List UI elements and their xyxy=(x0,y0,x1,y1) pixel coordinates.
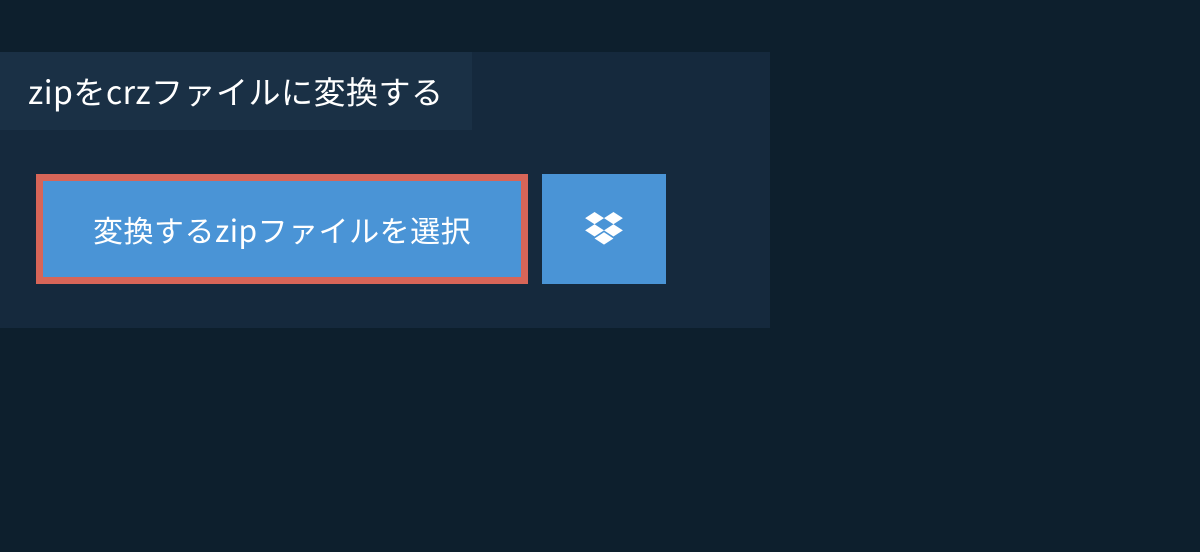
button-row: 変換するzipファイルを選択 xyxy=(36,174,770,284)
title-bar: zipをcrzファイルに変換する xyxy=(0,52,472,130)
dropbox-button[interactable] xyxy=(542,174,666,284)
converter-panel: zipをcrzファイルに変換する 変換するzipファイルを選択 xyxy=(0,52,770,328)
select-file-button[interactable]: 変換するzipファイルを選択 xyxy=(36,174,528,284)
page-title: zipをcrzファイルに変換する xyxy=(28,68,444,114)
dropbox-icon xyxy=(585,212,623,246)
